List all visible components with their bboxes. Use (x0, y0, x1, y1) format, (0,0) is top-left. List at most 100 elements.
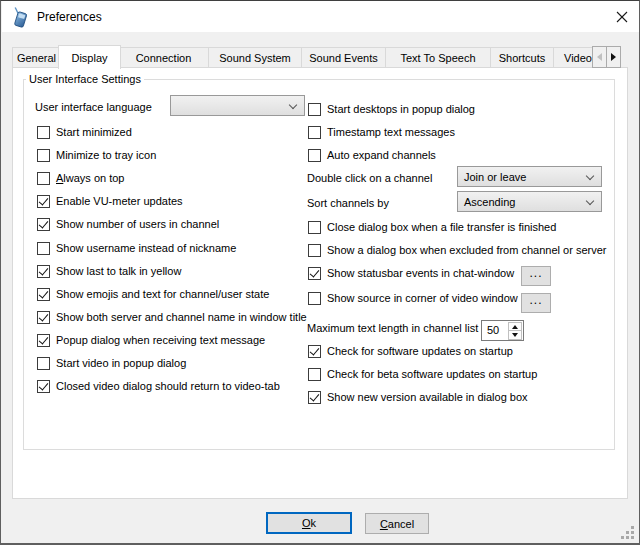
setting-row: Show statusbar events in chat-window (308, 263, 514, 283)
checkbox-always-on-top[interactable] (37, 172, 50, 185)
combo-label-row: Double click on a channel (307, 168, 432, 188)
field-label: Sort channels by (307, 197, 389, 209)
checkbox-label: Show last to talk in yellow (56, 265, 181, 277)
checkbox-label: Show statusbar events in chat-window (327, 267, 514, 279)
spin-down-button[interactable] (508, 331, 522, 340)
setting-row: Start desktops in popup dialog (308, 99, 475, 119)
field-label: Maximum text length in channel list (307, 322, 478, 334)
language-label: User interface language (35, 101, 152, 113)
checkbox-label: Show both server and channel name in win… (56, 311, 307, 323)
checkbox-close-dialog-box-when-a-file-transfer-is-finished[interactable] (308, 221, 321, 234)
checkbox-label: Show username instead of nickname (56, 242, 236, 254)
setting-row: Check for beta software updates on start… (308, 364, 537, 384)
browse-button-show-statusbar-events-in-chat-window[interactable]: ... (521, 266, 551, 286)
preferences-dialog: { "window": { "title": "Preferences" }, … (0, 0, 640, 545)
cancel-button[interactable]: Cancel (365, 513, 429, 534)
right-arrow-icon (611, 53, 616, 61)
chevron-down-icon (289, 101, 297, 109)
ellipsis-label: ... (529, 293, 542, 307)
checkbox-show-a-dialog-box-when-excluded-from-channel-or-server[interactable] (308, 244, 321, 257)
spinbox-value: 50 (487, 324, 499, 336)
setting-row: Show username instead of nickname (37, 238, 236, 258)
setting-row: Enable VU-meter updates (37, 191, 183, 211)
setting-row: Show emojis and text for channel/user st… (37, 284, 269, 304)
setting-row: Show new version available in dialog box (308, 387, 528, 407)
checkbox-show-new-version-available-in-dialog-box[interactable] (308, 391, 321, 404)
combobox-value: Join or leave (464, 171, 526, 183)
checkbox-show-source-in-corner-of-video-window[interactable] (308, 292, 321, 305)
setting-row: Popup dialog when receiving text message (37, 330, 265, 350)
browse-button-show-source-in-corner-of-video-window[interactable]: ... (521, 293, 551, 313)
setting-row: Auto expand channels (308, 145, 436, 165)
setting-row: Always on top (37, 168, 125, 188)
checkbox-label: Start video in popup dialog (56, 357, 186, 369)
checkbox-label: Auto expand channels (327, 149, 436, 161)
checkbox-label: Show a dialog box when excluded from cha… (327, 244, 606, 256)
settings-rows: User interface language Start minimized M… (1, 1, 640, 545)
combobox-sort-channels-by[interactable]: Ascending (457, 191, 602, 212)
combobox-value: Ascending (464, 196, 515, 208)
button-label: Cancel (380, 518, 414, 530)
checkbox-label: Check for software updates on startup (327, 345, 513, 357)
setting-row: Close dialog box when a file transfer is… (308, 217, 556, 237)
checkbox-show-username-instead-of-nickname[interactable] (37, 242, 50, 255)
setting-row: Show a dialog box when excluded from cha… (308, 240, 606, 260)
checkbox-start-minimized[interactable] (37, 126, 50, 139)
checkbox-check-for-software-updates-on-startup[interactable] (308, 345, 321, 358)
setting-row: Start minimized (37, 122, 132, 142)
checkbox-check-for-beta-software-updates-on-startup[interactable] (308, 368, 321, 381)
checkbox-show-last-to-talk-in-yellow[interactable] (37, 265, 50, 278)
checkbox-minimize-to-tray-icon[interactable] (37, 149, 50, 162)
checkbox-enable-vu-meter-updates[interactable] (37, 195, 50, 208)
checkbox-label: Timestamp text messages (327, 126, 455, 138)
ellipsis-label: ... (529, 266, 542, 280)
checkbox-label: Show new version available in dialog box (327, 391, 528, 403)
checkbox-show-number-of-users-in-channel[interactable] (37, 218, 50, 231)
checkbox-closed-video-dialog-should-return-to-video-tab[interactable] (37, 380, 50, 393)
checkbox-label: Start desktops in popup dialog (327, 103, 475, 115)
setting-row: Check for software updates on startup (308, 341, 513, 361)
checkbox-label: Start minimized (56, 126, 132, 138)
setting-row: Timestamp text messages (308, 122, 455, 142)
checkbox-show-emojis-and-text-for-channel-user-state[interactable] (37, 288, 50, 301)
checkbox-show-both-server-and-channel-name-in-window-title[interactable] (37, 311, 50, 324)
checkbox-label: Minimize to tray icon (56, 149, 156, 161)
checkbox-start-desktops-in-popup-dialog[interactable] (308, 103, 321, 116)
left-arrow-icon (597, 53, 602, 61)
checkbox-label: Close dialog box when a file transfer is… (327, 221, 556, 233)
resize-grip[interactable] (620, 525, 635, 540)
max-text-length-spinbox[interactable]: 50 (481, 320, 524, 341)
setting-row: Show last to talk in yellow (37, 261, 181, 281)
checkbox-label: Show number of users in channel (56, 218, 219, 230)
setting-row: Start video in popup dialog (37, 353, 186, 373)
ok-button[interactable]: Ok (266, 512, 352, 534)
combobox-double-click-on-a-channel[interactable]: Join or leave (457, 166, 602, 187)
checkbox-popup-dialog-when-receiving-text-message[interactable] (37, 334, 50, 347)
checkbox-label: Show source in corner of video window (327, 292, 518, 304)
checkbox-show-statusbar-events-in-chat-window[interactable] (308, 267, 321, 280)
tab-scroll-left-button[interactable] (592, 46, 607, 68)
button-label: Ok (302, 517, 316, 529)
combo-label-row: Sort channels by (307, 193, 389, 213)
checkbox-label: Check for beta software updates on start… (327, 368, 537, 380)
tab-display[interactable]: Display (58, 45, 121, 69)
checkbox-auto-expand-channels[interactable] (308, 149, 321, 162)
checkbox-label: Enable VU-meter updates (56, 195, 183, 207)
language-combobox[interactable] (170, 95, 305, 116)
checkbox-timestamp-text-messages[interactable] (308, 126, 321, 139)
checkbox-label: Popup dialog when receiving text message (56, 334, 265, 346)
spin-up-button[interactable] (508, 322, 522, 331)
tab-scroll-right-button[interactable] (606, 46, 621, 68)
setting-row: Show source in corner of video window (308, 288, 518, 308)
setting-row: Show both server and channel name in win… (37, 307, 307, 327)
chevron-down-icon (586, 172, 594, 180)
chevron-down-icon (586, 197, 594, 205)
checkbox-label: Always on top (56, 172, 125, 184)
field-label: Double click on a channel (307, 172, 432, 184)
spin-label-row: Maximum text length in channel list (307, 318, 478, 338)
language-label-row: User interface language (35, 97, 152, 117)
spinner-buttons (508, 322, 522, 339)
checkbox-start-video-in-popup-dialog[interactable] (37, 357, 50, 370)
up-arrow-icon (512, 325, 518, 329)
checkbox-label: Closed video dialog should return to vid… (56, 380, 280, 392)
